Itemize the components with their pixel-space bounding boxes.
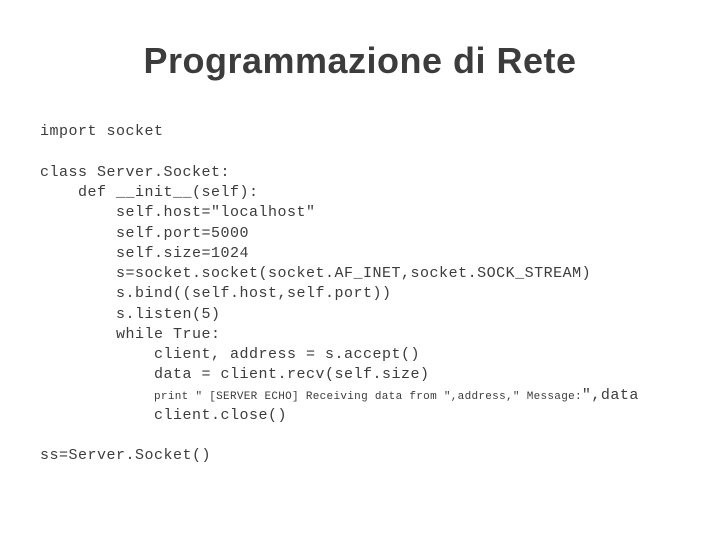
code-line: class Server.Socket: — [40, 164, 230, 181]
code-line: def __init__(self): — [40, 184, 259, 201]
code-line — [40, 387, 154, 404]
code-line: client, address = s.accept() — [40, 346, 420, 363]
code-line: self.host="localhost" — [40, 204, 316, 221]
code-line: while True: — [40, 326, 221, 343]
code-line: client.close() — [40, 407, 287, 424]
code-line: s.listen(5) — [40, 306, 221, 323]
slide: Programmazione di Rete import socket cla… — [0, 0, 720, 540]
code-line: import socket — [40, 123, 164, 140]
code-line: self.port=5000 — [40, 225, 249, 242]
code-line: ",data — [582, 387, 639, 404]
code-line: s=socket.socket(socket.AF_INET,socket.SO… — [40, 265, 591, 282]
slide-title: Programmazione di Rete — [40, 40, 680, 82]
code-line: ss=Server.Socket() — [40, 447, 211, 464]
code-line: s.bind((self.host,self.port)) — [40, 285, 392, 302]
code-line-small: print " [SERVER ECHO] Receiving data fro… — [154, 391, 582, 403]
code-line: self.size=1024 — [40, 245, 249, 262]
code-line: data = client.recv(self.size) — [40, 366, 430, 383]
code-block: import socket class Server.Socket: def _… — [40, 102, 680, 467]
